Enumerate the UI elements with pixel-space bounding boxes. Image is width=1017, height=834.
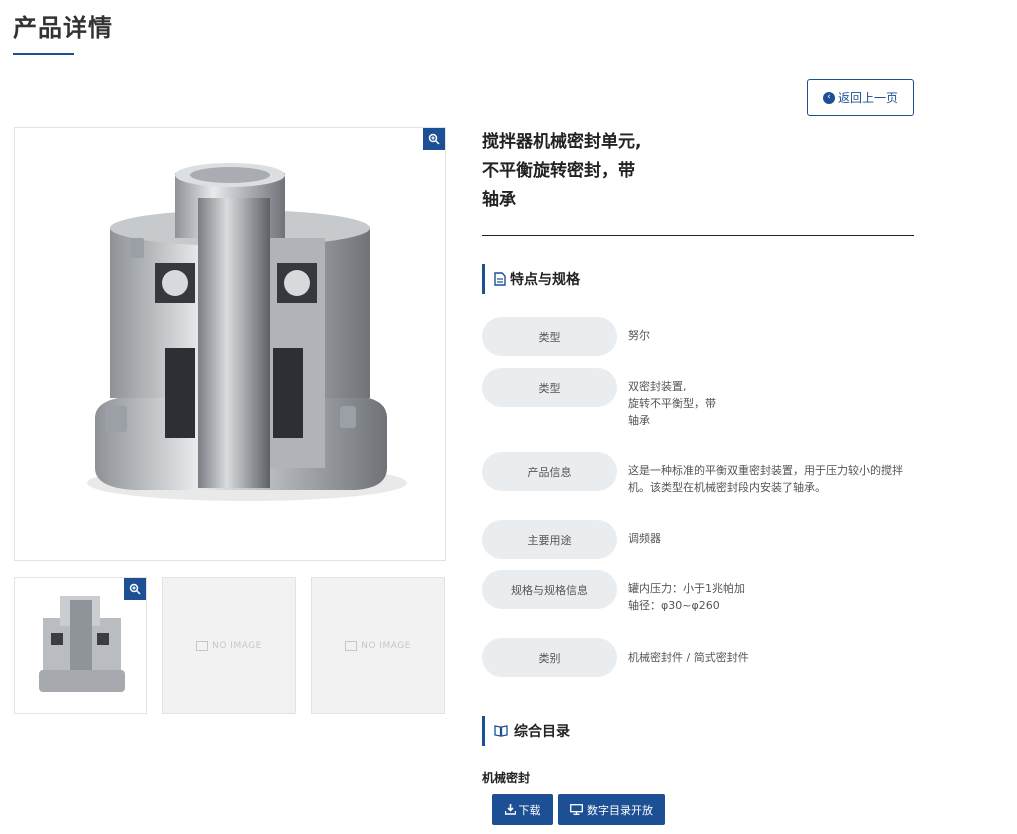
digital-catalog-button-label: 数字目录开放 (587, 803, 653, 817)
spec-value-specifications: 罐内压力：小于1兆帕加 轴径：φ30~φ260 (628, 582, 745, 612)
thumbnail-2[interactable]: NO IMAGE (162, 577, 296, 714)
spec-value-product-info: 这是一种标准的平衡双重密封装置，用于压力较小的搅拌 机。该类型在机械密封段内安装… (628, 464, 903, 494)
arrow-left-circle-icon: ‹ (822, 91, 835, 104)
monitor-icon (570, 804, 583, 815)
product-title-line: 轴承 (482, 190, 516, 210)
thumbnail-1[interactable] (14, 577, 147, 714)
spec-value-main-use: 调频器 (628, 532, 661, 545)
catalog-section-heading: 综合目录 (482, 716, 570, 746)
download-icon (504, 804, 516, 815)
spec-value-category: 机械密封件 / 简式密封件 (628, 651, 749, 664)
zoom-in-icon[interactable] (423, 128, 445, 150)
no-image-label: NO IMAGE (361, 640, 411, 651)
spec-value-type: 努尔 (628, 329, 650, 342)
spec-value-type-2: 双密封装置, 旋转不平衡型，带 轴承 (628, 380, 716, 427)
spec-label-category: 类别 (482, 638, 617, 677)
product-title-line: 搅拌器机械密封单元, (482, 132, 642, 152)
download-button[interactable]: 下载 (492, 794, 553, 825)
thumbnail-3[interactable]: NO IMAGE (311, 577, 445, 714)
product-title-line: 不平衡旋转密封，带 (482, 161, 635, 181)
mechanical-seal-image (87, 163, 407, 501)
thumbnail-zoom-icon[interactable] (124, 578, 146, 600)
back-button[interactable]: ‹ 返回上一页 (807, 79, 914, 116)
specs-section-title: 特点与规格 (510, 272, 580, 288)
spec-label-type-2: 类型 (482, 368, 617, 407)
page-title: 产品详情 (13, 14, 113, 42)
catalog-section-title: 综合目录 (514, 724, 570, 740)
download-button-label: 下载 (518, 803, 541, 817)
catalog-category-label: 机械密封 (482, 771, 531, 785)
divider (482, 235, 914, 236)
spec-label-type: 类型 (482, 317, 617, 356)
spec-label-specifications: 规格与规格信息 (482, 570, 617, 609)
image-placeholder-icon (196, 640, 209, 651)
document-icon (494, 272, 506, 286)
spec-label-main-use: 主要用途 (482, 520, 617, 559)
no-image-label: NO IMAGE (212, 640, 262, 651)
title-underline (13, 53, 74, 55)
specs-section-heading: 特点与规格 (482, 264, 580, 294)
main-product-image[interactable] (14, 127, 446, 561)
spec-label-product-info: 产品信息 (482, 452, 617, 491)
back-button-label: 返回上一页 (837, 91, 898, 105)
digital-catalog-button[interactable]: 数字目录开放 (558, 794, 665, 825)
image-placeholder-icon (345, 640, 358, 651)
book-icon (494, 725, 508, 737)
product-title: 搅拌器机械密封单元, 不平衡旋转密封，带 轴承 (482, 128, 672, 215)
